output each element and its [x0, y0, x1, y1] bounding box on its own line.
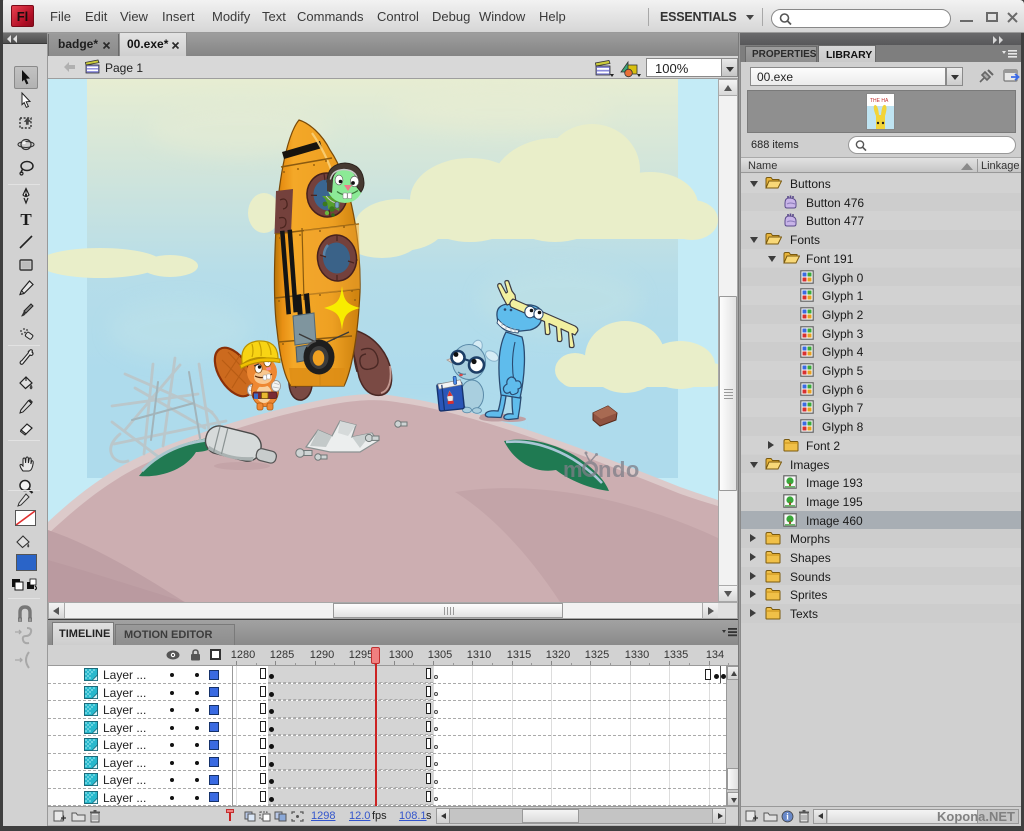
- svg-text:m: m: [563, 457, 583, 482]
- svg-text:T: T: [20, 210, 32, 228]
- svg-text:ndo: ndo: [598, 457, 640, 482]
